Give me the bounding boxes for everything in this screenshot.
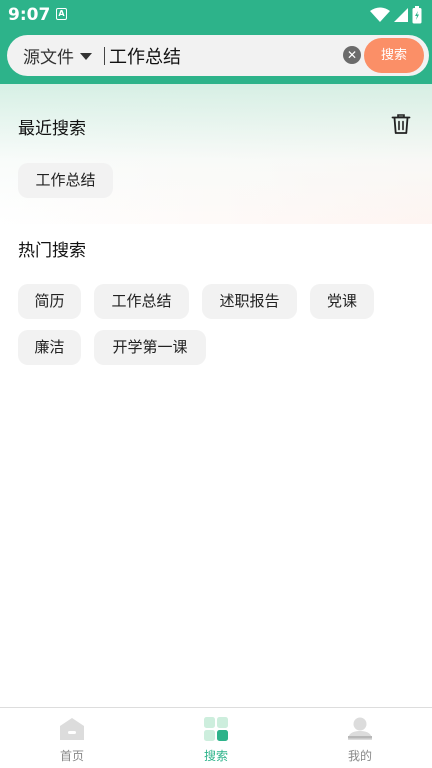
search-input[interactable] <box>109 42 339 70</box>
wifi-icon <box>370 7 390 22</box>
status-bar: 9:07 A <box>0 0 432 30</box>
nav-label-home: 首页 <box>59 749 84 763</box>
source-type-label: 源文件 <box>23 47 74 68</box>
search-button[interactable]: 搜索 <box>364 38 424 73</box>
status-icons <box>370 6 422 24</box>
battery-icon <box>412 6 422 24</box>
search-divider <box>104 47 105 65</box>
grid-icon <box>204 717 228 741</box>
nav-label-profile: 我的 <box>347 749 372 763</box>
nav-item-profile[interactable]: 我的 <box>288 708 432 768</box>
caret-down-icon <box>80 52 92 60</box>
hot-search-chip[interactable]: 廉洁 <box>18 330 81 365</box>
nav-label-search: 搜索 <box>203 749 228 763</box>
recent-search-title: 最近搜索 <box>18 119 86 139</box>
status-time: 9:07 <box>8 5 51 25</box>
notification-icon: A <box>56 8 67 20</box>
hot-search-title: 热门搜索 <box>18 241 86 261</box>
recent-search-chip[interactable]: 工作总结 <box>18 163 113 198</box>
bottom-navigation: 首页 搜索 我的 <box>0 707 432 768</box>
close-circle-icon: ✕ <box>346 48 358 62</box>
search-bar: 源文件 ✕ 搜索 <box>7 35 429 76</box>
user-icon <box>348 717 372 740</box>
clear-search-button[interactable]: ✕ <box>343 46 361 64</box>
hot-search-chip[interactable]: 开学第一课 <box>94 330 206 365</box>
nav-item-home[interactable]: 首页 <box>0 708 144 768</box>
trash-icon[interactable] <box>389 112 413 136</box>
signal-icon <box>394 8 408 22</box>
hot-search-chip[interactable]: 简历 <box>18 284 81 319</box>
hot-search-chip[interactable]: 述职报告 <box>202 284 297 319</box>
nav-item-search[interactable]: 搜索 <box>144 708 288 768</box>
header-gradient-background <box>0 84 432 224</box>
source-type-dropdown[interactable]: 源文件 <box>23 43 92 68</box>
hot-search-chip[interactable]: 党课 <box>310 284 374 319</box>
hot-search-chip[interactable]: 工作总结 <box>94 284 189 319</box>
home-icon <box>60 718 84 740</box>
